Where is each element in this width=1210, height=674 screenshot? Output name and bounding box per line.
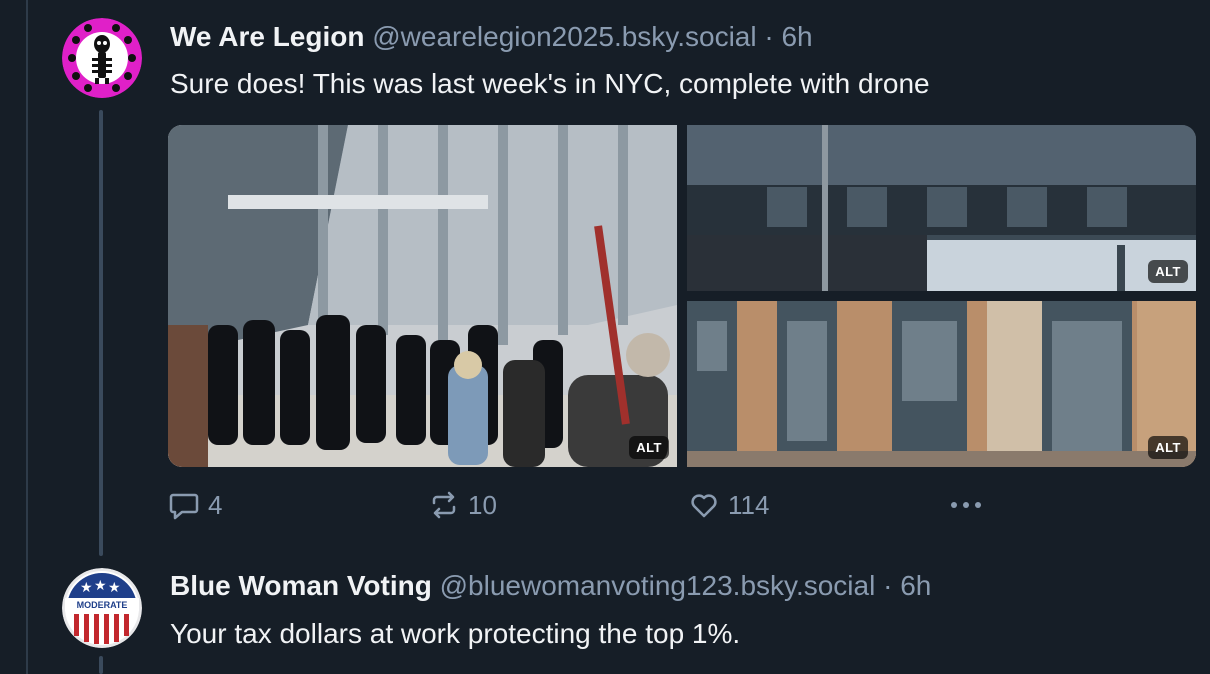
post-header: We Are Legion @wearelegion2025.bsky.soci… — [170, 19, 813, 55]
reply-button[interactable]: 4 — [168, 487, 222, 523]
author-handle[interactable]: @wearelegion2025.bsky.social — [372, 21, 756, 52]
alt-text-badge[interactable]: ALT — [1148, 260, 1188, 283]
alt-text-badge[interactable]: ALT — [629, 436, 669, 459]
author-name[interactable]: We Are Legion — [170, 21, 364, 52]
skeleton-avatar-icon — [62, 18, 142, 98]
reply-count: 4 — [208, 489, 223, 520]
building-facade-photo — [687, 301, 1196, 467]
svg-text:★: ★ — [108, 580, 121, 596]
post-time[interactable]: 6h — [900, 570, 931, 601]
author-handle[interactable]: @bluewomanvoting123.bsky.social — [440, 570, 876, 601]
thread-connector-line — [99, 110, 103, 556]
avatar-badge-text: MODERATE — [77, 600, 128, 610]
heart-icon — [691, 494, 717, 518]
thread-connector-line-continued — [99, 656, 103, 674]
repost-count: 10 — [468, 489, 497, 520]
author-name[interactable]: Blue Woman Voting — [170, 570, 432, 601]
post-actions: 4 10 114 — [168, 487, 988, 523]
alt-text-badge[interactable]: ALT — [1148, 436, 1188, 459]
separator-dot: · — [764, 21, 774, 52]
avatar[interactable]: ★ ★ ★ MODERATE — [62, 568, 142, 648]
elevated-railway-photo — [687, 125, 1196, 291]
repost-button[interactable]: 10 — [428, 487, 497, 523]
police-line-photo — [168, 125, 677, 467]
post-time[interactable]: 6h — [781, 21, 812, 52]
more-options-button[interactable] — [946, 487, 994, 523]
post-image-2[interactable]: ALT — [687, 125, 1196, 291]
post-text: Sure does! This was last week's in NYC, … — [170, 68, 930, 99]
svg-text:★: ★ — [94, 578, 107, 594]
post-image-1[interactable]: ALT — [168, 125, 677, 467]
speech-bubble-icon — [169, 493, 199, 520]
post-image-3[interactable]: ALT — [687, 301, 1196, 467]
like-count: 114 — [728, 489, 770, 520]
post-text: Your tax dollars at work protecting the … — [170, 618, 741, 649]
repost-arrows-icon — [432, 491, 456, 519]
feed-thread: We Are Legion @wearelegion2025.bsky.soci… — [0, 0, 1210, 674]
separator-dot: · — [883, 570, 893, 601]
svg-text:★: ★ — [80, 580, 93, 596]
image-gallery: ALT ALT ALT — [168, 125, 1196, 467]
feed-left-border — [26, 0, 28, 674]
flag-badge-avatar-icon: ★ ★ ★ MODERATE — [62, 568, 142, 648]
post-header: Blue Woman Voting @bluewomanvoting123.bs… — [170, 568, 931, 604]
ellipsis-icon — [951, 502, 981, 508]
avatar[interactable] — [62, 18, 142, 98]
like-button[interactable]: 114 — [688, 487, 769, 523]
